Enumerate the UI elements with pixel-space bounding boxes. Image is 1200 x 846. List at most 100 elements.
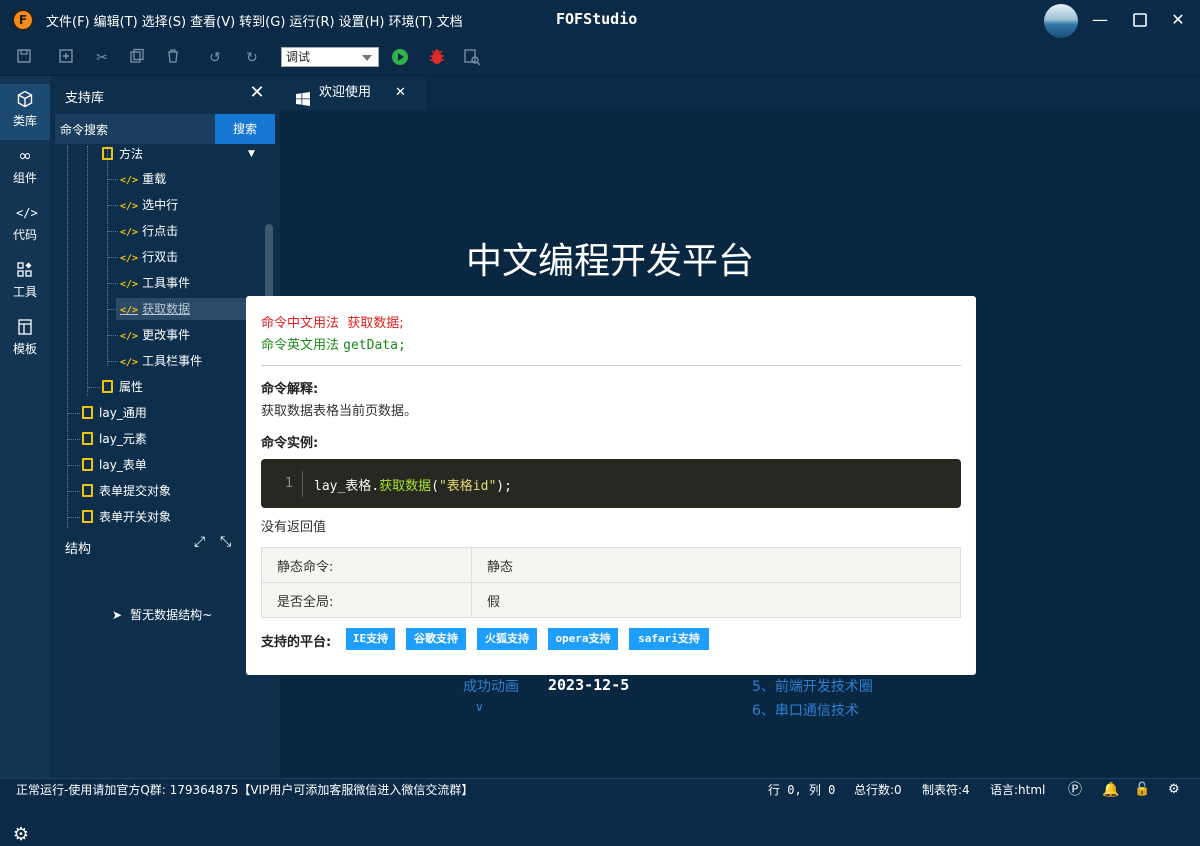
command-search-input[interactable]	[55, 114, 215, 144]
tree-lib-form-submit[interactable]: 表单提交对象	[82, 480, 171, 502]
menu-view[interactable]: 查看(V)	[190, 11, 235, 30]
status-bar: 正常运行-使用请加官方Q群: 179364875【VIP用户可添加客服微信进入微…	[0, 778, 1200, 800]
activity-label: 组件	[12, 171, 37, 185]
tree-label: 获取数据	[142, 302, 191, 316]
code-argument: "表格id"	[438, 479, 497, 494]
menu-docs[interactable]: 文档	[437, 11, 463, 30]
activity-label: 类库	[12, 114, 37, 128]
activity-tools[interactable]: 工具	[0, 255, 50, 311]
menu-goto[interactable]: 转到(G)	[239, 11, 285, 30]
inspect-icon[interactable]	[462, 48, 482, 68]
line-number: 1	[285, 476, 293, 491]
tree-item-select-row[interactable]: </> 选中行	[120, 194, 178, 216]
search-button[interactable]: 搜索	[215, 114, 275, 144]
avatar[interactable]	[1044, 4, 1078, 38]
run-mode-select[interactable]: 调试	[281, 47, 379, 67]
tree-item-reload[interactable]: </> 重载	[120, 168, 166, 190]
tree-lib-form[interactable]: lay_表单	[82, 454, 147, 476]
tree-label: 更改事件	[142, 328, 191, 342]
unlock-icon[interactable]: 🔓	[1134, 779, 1150, 801]
tree-label: 行点击	[142, 224, 179, 238]
code-example: 1 lay_表格.获取数据("表格id");	[261, 459, 961, 508]
activity-templates[interactable]: 模板	[0, 312, 50, 368]
link-success-animation[interactable]: 成功动画	[463, 676, 519, 696]
settings-icon[interactable]: ⚙	[1168, 779, 1180, 801]
document-icon	[82, 458, 93, 471]
app-title: FOFStudio	[556, 10, 638, 28]
tree-group-property[interactable]: 属性	[102, 376, 143, 398]
copy-icon[interactable]	[127, 48, 147, 68]
debug-bug-icon[interactable]	[427, 48, 447, 68]
chevron-down-icon: ∨	[475, 700, 484, 714]
welcome-title: 中文编程开发平台	[465, 241, 754, 282]
menu-file[interactable]: 文件(F)	[46, 11, 90, 30]
editor-tab-bar: 欢迎使用 ✕	[280, 76, 1200, 110]
delete-icon[interactable]	[163, 48, 183, 68]
code-paren: (	[431, 479, 439, 494]
en-usage-value: getData;	[343, 338, 406, 353]
activity-label: 代码	[12, 228, 37, 242]
bell-icon[interactable]: 🔔	[1102, 779, 1119, 801]
tree-item-tool-event[interactable]: </> 工具事件	[120, 272, 190, 294]
infinity-icon: ∞	[18, 146, 32, 165]
activity-code[interactable]: </> 代码	[0, 198, 50, 254]
menu-select[interactable]: 选择(S)	[142, 11, 186, 30]
tree-item-toolbar-event[interactable]: </> 工具栏事件	[120, 350, 202, 372]
menu-settings[interactable]: 设置(H)	[339, 11, 385, 30]
activity-components[interactable]: ∞ 组件	[0, 141, 50, 197]
tree-lib-form-switch[interactable]: 表单开关对象	[82, 506, 171, 528]
tree-item-row-click[interactable]: </> 行点击	[120, 220, 178, 242]
maximize-icon[interactable]	[1128, 8, 1152, 32]
redo-icon[interactable]: ↻	[242, 48, 262, 68]
tree-label: lay_元素	[99, 432, 147, 446]
send-icon: ➤	[112, 608, 123, 622]
menu-run[interactable]: 运行(R)	[289, 11, 334, 30]
language-mode[interactable]: 语言:html	[990, 779, 1045, 801]
tree-label: 表单开关对象	[99, 510, 172, 524]
gutter-divider	[302, 471, 303, 497]
save-icon[interactable]	[14, 48, 34, 68]
dollar-icon[interactable]: Ⓟ	[1068, 779, 1082, 801]
release-date: 2023-12-5	[548, 676, 630, 694]
tree-item-change-event[interactable]: </> 更改事件	[120, 324, 190, 346]
link-frontend-circle[interactable]: 5、前端开发技术圈	[752, 676, 873, 696]
collapse-icon[interactable]: ⤡	[220, 534, 231, 550]
cursor-position: 行 0, 列 0	[768, 783, 836, 797]
tree-guide	[67, 146, 68, 528]
table-cell-label: 是否全局:	[261, 582, 472, 618]
document-icon	[102, 147, 113, 160]
expand-icon[interactable]: ⤢	[194, 534, 205, 550]
table-row: 是否全局: 假	[261, 582, 961, 618]
close-icon[interactable]: ✕	[395, 76, 406, 110]
settings-gear-icon[interactable]: ⚙	[10, 824, 32, 846]
tree-group-method[interactable]: 方法 ▼	[102, 146, 262, 165]
undo-icon[interactable]: ↺	[205, 48, 225, 68]
tree-lib-element[interactable]: lay_元素	[82, 428, 147, 450]
tree-label: 行双击	[142, 250, 179, 264]
document-icon	[82, 432, 93, 445]
minimize-icon[interactable]: —	[1088, 8, 1112, 32]
new-file-icon[interactable]	[56, 48, 76, 68]
structure-title: 结构	[65, 542, 92, 557]
code-icon: </>	[120, 305, 139, 316]
tab-welcome[interactable]: 欢迎使用 ✕	[280, 76, 426, 110]
link-serial-comm[interactable]: 6、串口通信技术	[752, 700, 859, 720]
menu-environment[interactable]: 环境(T)	[389, 11, 433, 30]
table-cell-label: 静态命令:	[261, 547, 472, 583]
platform-tag-safari: safari支持	[629, 628, 709, 650]
activity-class-library[interactable]: 类库	[0, 84, 50, 140]
tree-item-row-dblclick[interactable]: </> 行双击	[120, 246, 178, 268]
tree-item-get-data[interactable]: </> 获取数据	[116, 298, 246, 320]
panel-title: 支持库	[65, 91, 105, 106]
table-row: 静态命令: 静态	[261, 547, 961, 583]
tree-lib-common[interactable]: lay_通用	[82, 402, 147, 424]
cut-icon[interactable]: ✂	[92, 48, 112, 68]
close-icon[interactable]: ✕	[246, 82, 268, 104]
tree-label: 重载	[142, 172, 167, 186]
menu-edit[interactable]: 编辑(T)	[94, 11, 138, 30]
run-mode-value: 调试	[286, 50, 311, 64]
code-dot: .	[371, 479, 380, 494]
close-icon[interactable]: ✕	[1166, 8, 1190, 32]
code-icon: </>	[16, 206, 38, 220]
run-icon[interactable]	[390, 48, 410, 68]
